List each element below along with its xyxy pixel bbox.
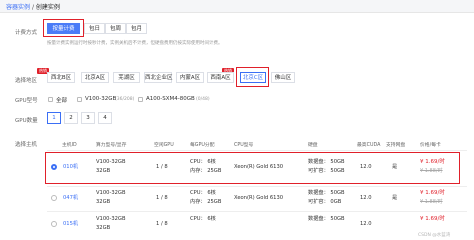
breadcrumb-separator: /	[31, 4, 34, 11]
host-row-cpu-model: Xeon(R) Gold 6130	[234, 195, 284, 201]
host-label: 选择主机	[15, 142, 38, 148]
table-header-disk: 硬盘	[308, 143, 318, 148]
billing-option-daily[interactable]: 包日	[84, 23, 105, 34]
host-row-free-gpu: 1 / 8	[156, 195, 168, 201]
region-option-neimeng-a[interactable]: 内蒙A区	[176, 72, 204, 83]
host-row-model: V100-32GB	[96, 159, 126, 165]
gpu-count-option-1[interactable]: 1	[47, 112, 61, 124]
gpu-model-count-v100: (36/208)	[115, 97, 135, 102]
host-row-model: V100-32GB	[96, 216, 126, 222]
region-label: 选择地区	[15, 78, 38, 84]
gpu-count-label: GPU数量	[15, 118, 38, 124]
region-option-wuhu[interactable]: 芜湖区	[113, 72, 140, 83]
gpu-model-label-a100: A100-SXM4-80GB	[146, 96, 195, 102]
host-row-expandable-disk: 可扩容： 50GB	[308, 168, 345, 174]
host-row-ram: 内存： 25GB	[190, 199, 222, 205]
host-row-cuda: 12.0	[360, 164, 372, 170]
host-row-data-disk: 数据盘： 50GB	[308, 159, 345, 165]
host-row-radio[interactable]	[51, 221, 57, 227]
region-option-xibei-enterprise[interactable]: 西北企业区	[144, 72, 173, 83]
table-header-divider	[47, 150, 467, 151]
host-row-price: ¥ 1.69/时	[420, 216, 445, 222]
breadcrumb-root[interactable]: 容器实例	[6, 4, 30, 11]
gpu-model-label: GPU型号	[15, 98, 38, 104]
billing-option-monthly[interactable]: 包月	[126, 23, 147, 34]
region-option-xibei-b[interactable]: 西北B区	[47, 72, 75, 83]
host-row-free-gpu: 1 / 8	[156, 221, 168, 227]
host-row-radio[interactable]	[51, 195, 57, 201]
table-header-price: 价格/每卡	[420, 143, 441, 148]
gpu-model-checkbox-v100[interactable]	[77, 97, 82, 102]
host-row-cpu: CPU： 6核	[190, 159, 216, 165]
gpu-model-checkbox-a100[interactable]	[138, 97, 143, 102]
host-row-data-disk: 数据盘： 50GB	[308, 216, 345, 222]
host-row-free-gpu: 1 / 8	[156, 164, 168, 170]
host-row-price: ¥ 1.69/时	[420, 190, 445, 196]
table-row-divider	[47, 211, 467, 212]
table-header-cpu-model: CPU型号	[234, 143, 254, 148]
region-option-xinan-a[interactable]: 西南A区	[207, 72, 234, 83]
gpu-model-count-a100: (0/48)	[196, 97, 210, 102]
table-header-per-gpu: 每GPU分配	[190, 143, 215, 148]
host-row-original-price: ¥ 1.88/时	[420, 168, 443, 174]
host-row-cpu: CPU： 6核	[190, 216, 216, 222]
gpu-count-option-2[interactable]: 2	[64, 112, 78, 124]
host-row-cpu: CPU： 6核	[190, 190, 216, 196]
host-row-expandable-disk: 可扩容： 0GB	[308, 199, 342, 205]
host-row-id[interactable]: 010机	[63, 163, 78, 171]
breadcrumb: 容器实例 / 创建实例	[6, 2, 60, 11]
host-row-model: V100-32GB	[96, 190, 126, 196]
gpu-count-option-4[interactable]: 4	[98, 112, 112, 124]
host-row-memory: 32GB	[96, 168, 111, 174]
host-row-price: ¥ 1.69/时	[420, 159, 445, 165]
host-row-original-price: ¥ 1.88/时	[420, 199, 443, 205]
host-row-netdisk: 是	[392, 164, 398, 170]
table-header-host-id: 主机ID	[62, 143, 77, 148]
host-row-radio[interactable]	[51, 164, 57, 170]
host-row-data-disk: 数据盘： 50GB	[308, 190, 345, 196]
host-row-cuda: 12.0	[360, 195, 372, 201]
table-header-model: 算力型号/显存	[96, 143, 127, 148]
gpu-model-label-v100: V100-32GB	[85, 96, 117, 102]
billing-hint: 按量计费实例运行时按秒计费，实例关机后不计费，但硬盘费用仍按实际使用时间计费。	[47, 41, 223, 46]
gpu-model-checkbox-all[interactable]	[48, 97, 53, 102]
host-row-cuda: 12.0	[360, 221, 372, 227]
gpu-model-label-all: 全部	[56, 98, 68, 104]
top-bar	[0, 0, 474, 13]
table-header-cuda: 最高CUDA	[357, 143, 381, 148]
region-option-foshan[interactable]: 佛山区	[271, 72, 295, 83]
host-row-memory: 32GB	[96, 199, 111, 205]
region-option-beijing-a[interactable]: 北京A区	[81, 72, 109, 83]
breadcrumb-current: 创建实例	[35, 4, 60, 11]
host-row-id[interactable]: 015机	[63, 220, 78, 228]
region-option-beijing-c[interactable]: 北京C区	[240, 72, 266, 83]
table-header-free-gpu: 空闲GPU	[154, 143, 174, 148]
table-row-divider	[47, 186, 467, 187]
table-header-netdisk: 支持网盘	[386, 143, 406, 148]
billing-option-weekly[interactable]: 包周	[105, 23, 126, 34]
gpu-count-option-3[interactable]: 3	[81, 112, 95, 124]
host-row-ram: 内存： 25GB	[190, 168, 222, 174]
host-row-id[interactable]: 047机	[63, 194, 78, 202]
watermark: CSDN @水蓝湾	[418, 233, 451, 238]
host-row-netdisk: 是	[392, 195, 398, 201]
billing-option-pay-as-you-go[interactable]: 按量计费	[47, 23, 80, 34]
billing-label: 计费方式	[15, 30, 38, 36]
host-row-cpu-model: Xeon(R) Gold 6130	[234, 164, 284, 170]
host-row-memory: 32GB	[96, 225, 111, 231]
